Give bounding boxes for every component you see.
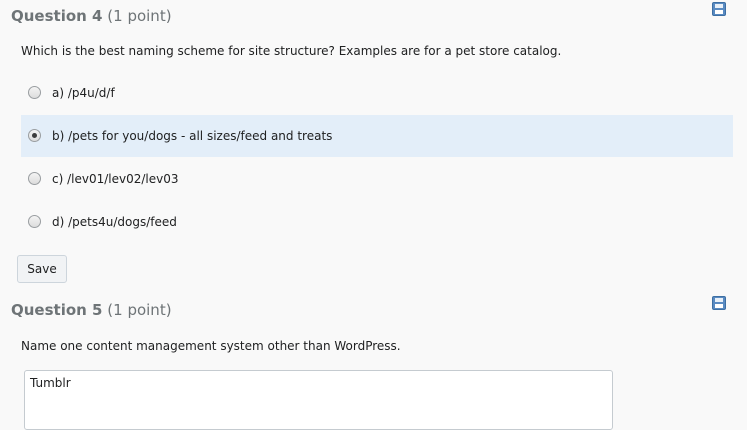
radio-button[interactable] [28, 215, 41, 228]
question-title: Question 5 [11, 301, 103, 319]
question-5: Question 5 (1 point) Name one content ma… [0, 290, 747, 430]
option-d[interactable]: d) /pets4u/dogs/feed [21, 201, 733, 243]
save-button[interactable]: Save [17, 255, 67, 283]
question-title: Question 4 [11, 7, 103, 25]
floppy-disk-icon[interactable] [712, 2, 726, 16]
option-b[interactable]: b) /pets for you/dogs - all sizes/feed a… [21, 115, 733, 157]
question-points: (1 point) [107, 7, 172, 25]
option-label: d) /pets4u/dogs/feed [52, 215, 177, 229]
radio-button[interactable] [28, 86, 41, 99]
answer-input[interactable]: Tumblr [24, 370, 613, 430]
question-points: (1 point) [107, 301, 172, 319]
question-4: Question 4 (1 point) Which is the best n… [0, 0, 747, 290]
question-5-header: Question 5 (1 point) [11, 301, 172, 319]
floppy-disk-icon[interactable] [712, 296, 726, 310]
option-label: b) /pets for you/dogs - all sizes/feed a… [52, 129, 333, 143]
option-label: a) /p4u/d/f [52, 86, 115, 100]
question-4-header: Question 4 (1 point) [11, 7, 172, 25]
option-label: c) /lev01/lev02/lev03 [52, 172, 179, 186]
question-text: Name one content management system other… [21, 339, 401, 353]
question-text: Which is the best naming scheme for site… [21, 44, 562, 58]
radio-button[interactable] [28, 172, 41, 185]
option-c[interactable]: c) /lev01/lev02/lev03 [21, 158, 733, 200]
radio-button[interactable] [28, 129, 41, 142]
option-a[interactable]: a) /p4u/d/f [21, 72, 733, 114]
